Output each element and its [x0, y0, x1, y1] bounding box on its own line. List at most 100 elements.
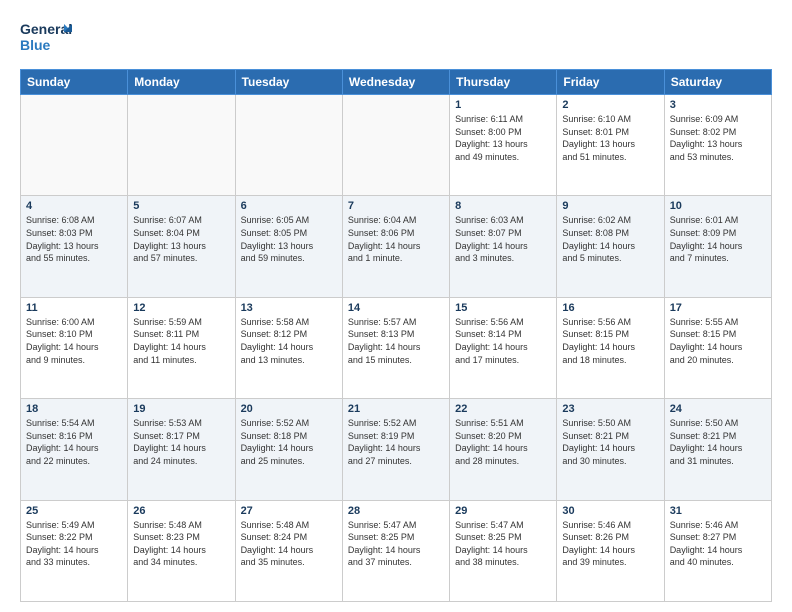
calendar-day-cell [128, 95, 235, 196]
day-number: 24 [670, 403, 766, 415]
day-info: Sunrise: 6:01 AMSunset: 8:09 PMDaylight:… [670, 214, 766, 264]
day-info: Sunrise: 5:50 AMSunset: 8:21 PMDaylight:… [562, 417, 658, 467]
day-info: Sunrise: 6:03 AMSunset: 8:07 PMDaylight:… [455, 214, 551, 264]
day-number: 20 [241, 403, 337, 415]
day-number: 7 [348, 200, 444, 212]
day-number: 1 [455, 99, 551, 111]
day-number: 16 [562, 302, 658, 314]
header: General Blue [20, 16, 772, 61]
calendar-day-header: Tuesday [235, 70, 342, 95]
day-info: Sunrise: 6:07 AMSunset: 8:04 PMDaylight:… [133, 214, 229, 264]
calendar-week-row: 18 Sunrise: 5:54 AMSunset: 8:16 PMDayligh… [21, 399, 772, 500]
calendar-day-header: Saturday [664, 70, 771, 95]
day-number: 11 [26, 302, 122, 314]
day-info: Sunrise: 5:52 AMSunset: 8:18 PMDaylight:… [241, 417, 337, 467]
day-info: Sunrise: 5:46 AMSunset: 8:26 PMDaylight:… [562, 519, 658, 569]
day-number: 17 [670, 302, 766, 314]
day-info: Sunrise: 5:57 AMSunset: 8:13 PMDaylight:… [348, 316, 444, 366]
calendar-day-cell: 26 Sunrise: 5:48 AMSunset: 8:23 PMDayligh… [128, 500, 235, 601]
calendar-week-row: 1 Sunrise: 6:11 AMSunset: 8:00 PMDaylight… [21, 95, 772, 196]
day-info: Sunrise: 5:47 AMSunset: 8:25 PMDaylight:… [455, 519, 551, 569]
day-number: 5 [133, 200, 229, 212]
calendar-day-cell [235, 95, 342, 196]
calendar-table: SundayMondayTuesdayWednesdayThursdayFrid… [20, 69, 772, 602]
day-number: 4 [26, 200, 122, 212]
day-number: 19 [133, 403, 229, 415]
day-info: Sunrise: 5:48 AMSunset: 8:24 PMDaylight:… [241, 519, 337, 569]
calendar-day-cell: 20 Sunrise: 5:52 AMSunset: 8:18 PMDayligh… [235, 399, 342, 500]
day-number: 15 [455, 302, 551, 314]
calendar-day-header: Wednesday [342, 70, 449, 95]
calendar-day-header: Sunday [21, 70, 128, 95]
calendar-day-cell: 5 Sunrise: 6:07 AMSunset: 8:04 PMDaylight… [128, 196, 235, 297]
day-number: 23 [562, 403, 658, 415]
calendar-day-cell: 7 Sunrise: 6:04 AMSunset: 8:06 PMDaylight… [342, 196, 449, 297]
day-info: Sunrise: 6:08 AMSunset: 8:03 PMDaylight:… [26, 214, 122, 264]
day-number: 14 [348, 302, 444, 314]
calendar-day-cell: 21 Sunrise: 5:52 AMSunset: 8:19 PMDayligh… [342, 399, 449, 500]
day-number: 27 [241, 505, 337, 517]
logo-icon: General Blue [20, 16, 72, 56]
day-info: Sunrise: 5:46 AMSunset: 8:27 PMDaylight:… [670, 519, 766, 569]
calendar-day-cell: 12Sunrise: 5:59 AMSunset: 8:11 PMDayligh… [128, 297, 235, 398]
day-info: Sunrise: 6:10 AMSunset: 8:01 PMDaylight:… [562, 113, 658, 163]
day-number: 21 [348, 403, 444, 415]
day-info: Sunrise: 6:11 AMSunset: 8:00 PMDaylight:… [455, 113, 551, 163]
calendar-day-cell: 10 Sunrise: 6:01 AMSunset: 8:09 PMDayligh… [664, 196, 771, 297]
day-number: 25 [26, 505, 122, 517]
calendar-day-cell: 14 Sunrise: 5:57 AMSunset: 8:13 PMDayligh… [342, 297, 449, 398]
calendar-day-cell: 13Sunrise: 5:58 AMSunset: 8:12 PMDayligh… [235, 297, 342, 398]
calendar-day-cell: 29Sunrise: 5:47 AMSunset: 8:25 PMDayligh… [450, 500, 557, 601]
day-info: Sunrise: 5:48 AMSunset: 8:23 PMDaylight:… [133, 519, 229, 569]
day-info: Sunrise: 5:56 AMSunset: 8:15 PMDaylight:… [562, 316, 658, 366]
calendar-week-row: 25 Sunrise: 5:49 AMSunset: 8:22 PMDayligh… [21, 500, 772, 601]
svg-text:Blue: Blue [20, 37, 51, 53]
calendar-day-cell: 6Sunrise: 6:05 AMSunset: 8:05 PMDaylight… [235, 196, 342, 297]
day-info: Sunrise: 5:58 AMSunset: 8:12 PMDaylight:… [241, 316, 337, 366]
page: General Blue SundayMondayTuesdayWednesda… [0, 0, 792, 612]
calendar-day-header: Thursday [450, 70, 557, 95]
day-number: 3 [670, 99, 766, 111]
day-info: Sunrise: 6:04 AMSunset: 8:06 PMDaylight:… [348, 214, 444, 264]
day-info: Sunrise: 5:56 AMSunset: 8:14 PMDaylight:… [455, 316, 551, 366]
day-info: Sunrise: 5:50 AMSunset: 8:21 PMDaylight:… [670, 417, 766, 467]
day-info: Sunrise: 5:53 AMSunset: 8:17 PMDaylight:… [133, 417, 229, 467]
calendar-day-cell: 3Sunrise: 6:09 AMSunset: 8:02 PMDaylight… [664, 95, 771, 196]
day-number: 18 [26, 403, 122, 415]
day-info: Sunrise: 5:49 AMSunset: 8:22 PMDaylight:… [26, 519, 122, 569]
day-number: 9 [562, 200, 658, 212]
calendar-day-cell [342, 95, 449, 196]
calendar-week-row: 11Sunrise: 6:00 AMSunset: 8:10 PMDayligh… [21, 297, 772, 398]
calendar-day-cell: 11Sunrise: 6:00 AMSunset: 8:10 PMDayligh… [21, 297, 128, 398]
day-info: Sunrise: 5:47 AMSunset: 8:25 PMDaylight:… [348, 519, 444, 569]
calendar-day-cell: 16 Sunrise: 5:56 AMSunset: 8:15 PMDayligh… [557, 297, 664, 398]
calendar-day-cell: 22Sunrise: 5:51 AMSunset: 8:20 PMDayligh… [450, 399, 557, 500]
day-info: Sunrise: 5:52 AMSunset: 8:19 PMDaylight:… [348, 417, 444, 467]
day-number: 28 [348, 505, 444, 517]
calendar-day-cell: 4 Sunrise: 6:08 AMSunset: 8:03 PMDaylight… [21, 196, 128, 297]
calendar-day-cell: 27 Sunrise: 5:48 AMSunset: 8:24 PMDayligh… [235, 500, 342, 601]
day-number: 26 [133, 505, 229, 517]
calendar-day-cell: 15 Sunrise: 5:56 AMSunset: 8:14 PMDayligh… [450, 297, 557, 398]
calendar-day-cell: 18 Sunrise: 5:54 AMSunset: 8:16 PMDayligh… [21, 399, 128, 500]
calendar-day-cell: 2 Sunrise: 6:10 AMSunset: 8:01 PMDaylight… [557, 95, 664, 196]
calendar-day-cell: 23 Sunrise: 5:50 AMSunset: 8:21 PMDayligh… [557, 399, 664, 500]
day-number: 22 [455, 403, 551, 415]
logo: General Blue [20, 16, 72, 61]
calendar-day-cell: 19 Sunrise: 5:53 AMSunset: 8:17 PMDayligh… [128, 399, 235, 500]
day-info: Sunrise: 6:02 AMSunset: 8:08 PMDaylight:… [562, 214, 658, 264]
day-number: 10 [670, 200, 766, 212]
calendar-day-cell: 8 Sunrise: 6:03 AMSunset: 8:07 PMDaylight… [450, 196, 557, 297]
calendar-day-cell: 30 Sunrise: 5:46 AMSunset: 8:26 PMDayligh… [557, 500, 664, 601]
day-number: 2 [562, 99, 658, 111]
day-number: 8 [455, 200, 551, 212]
calendar-header-row: SundayMondayTuesdayWednesdayThursdayFrid… [21, 70, 772, 95]
day-number: 30 [562, 505, 658, 517]
calendar-day-cell: 28 Sunrise: 5:47 AMSunset: 8:25 PMDayligh… [342, 500, 449, 601]
calendar-day-cell: 24 Sunrise: 5:50 AMSunset: 8:21 PMDayligh… [664, 399, 771, 500]
day-info: Sunrise: 5:55 AMSunset: 8:15 PMDaylight:… [670, 316, 766, 366]
day-info: Sunrise: 5:54 AMSunset: 8:16 PMDaylight:… [26, 417, 122, 467]
day-info: Sunrise: 6:05 AMSunset: 8:05 PMDaylight:… [241, 214, 337, 264]
calendar-day-header: Friday [557, 70, 664, 95]
calendar-day-cell [21, 95, 128, 196]
